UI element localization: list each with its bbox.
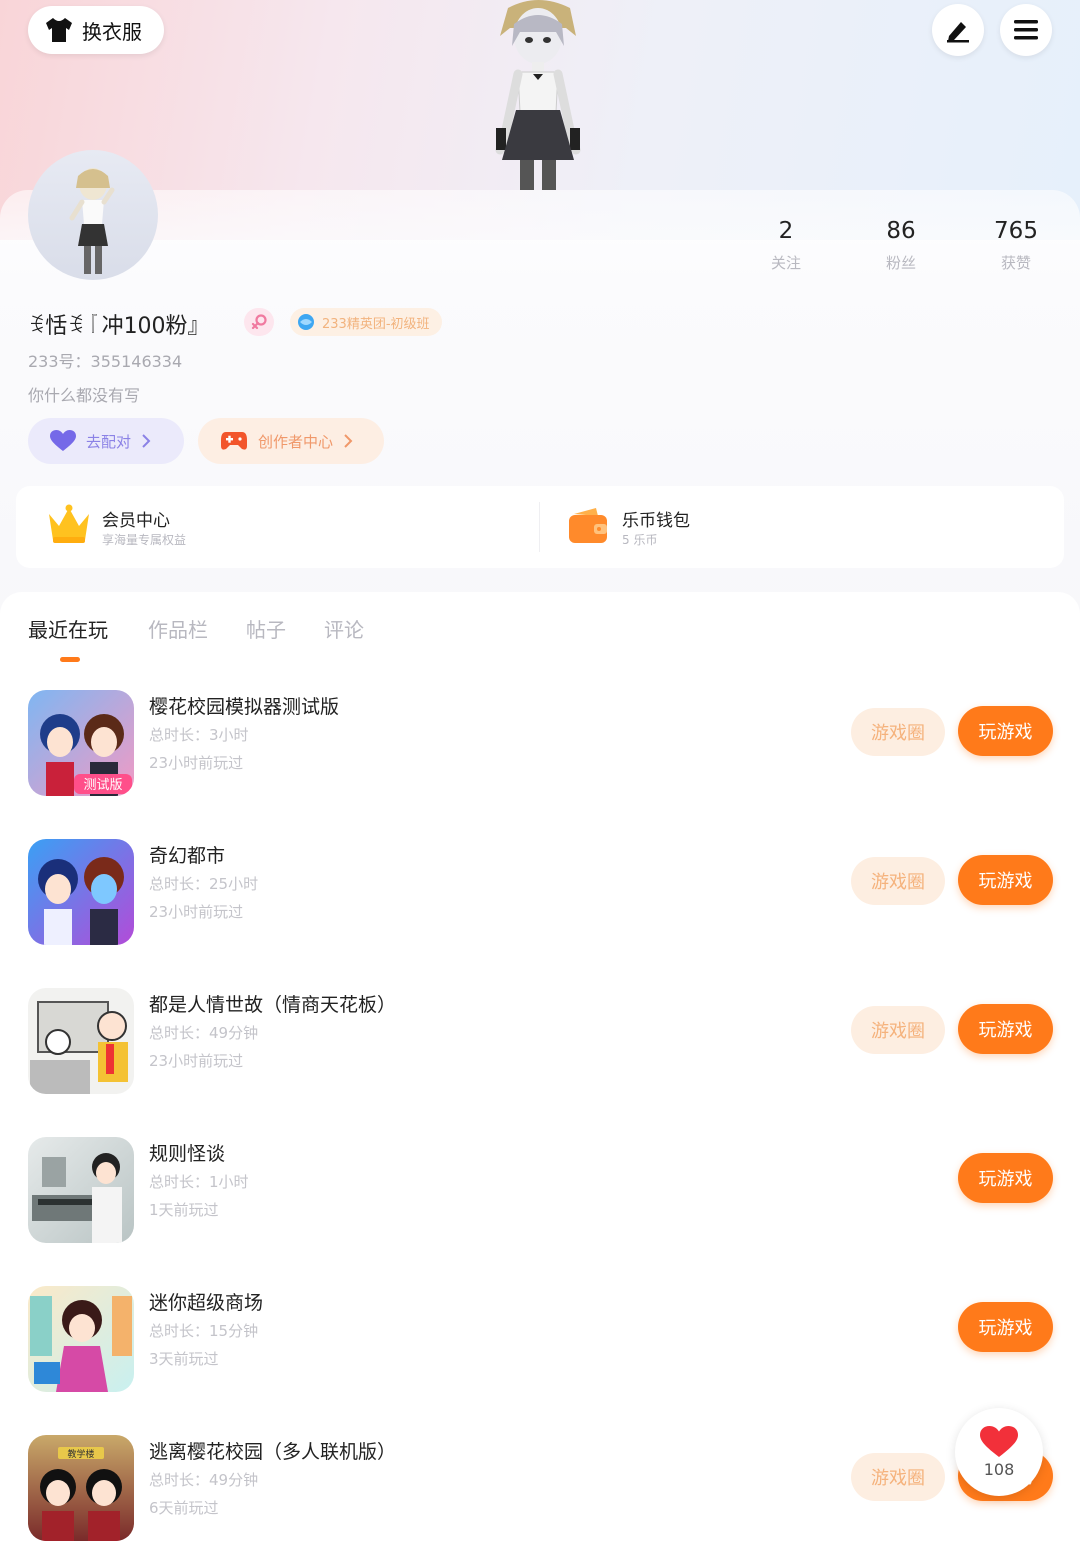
followers-label: 粉丝 [885, 254, 916, 272]
play-game-button[interactable]: 玩游戏 [958, 1153, 1053, 1203]
game-thumbnail[interactable] [28, 988, 134, 1094]
play-game-button[interactable]: 玩游戏 [958, 855, 1053, 905]
play-game-button[interactable]: 玩游戏 [958, 1004, 1053, 1054]
like-count: 108 [983, 1459, 1015, 1479]
wallet-title: 乐币钱包 [622, 511, 690, 531]
pencil-icon [947, 22, 969, 43]
change-outfit-button[interactable]: 换衣服 [28, 6, 164, 54]
game-thumbnail[interactable] [28, 839, 134, 945]
wallet-icon [569, 508, 607, 543]
game-duration: 总时长：1小时 [149, 1173, 249, 1191]
game-circle-button[interactable]: 游戏圈 [851, 857, 945, 905]
following-count: 2 [778, 218, 794, 244]
heart-icon [50, 430, 76, 451]
tab-recently-played[interactable]: 最近在玩 [28, 614, 108, 643]
game-circle-button[interactable]: 游戏圈 [851, 708, 945, 756]
game-last-played: 23小时前玩过 [149, 754, 244, 772]
quick-links-card: 会员中心 享海量专属权益 乐币钱包 5 乐币 [16, 486, 1064, 568]
game-art-image [32, 1153, 122, 1243]
nickname: ꉂ恬ꉂ『冲100粉』 [28, 314, 210, 339]
game-title: 樱花校园模拟器测试版 [149, 696, 340, 718]
like-floating-button[interactable]: 108 [955, 1408, 1043, 1496]
gamepad-icon [221, 432, 247, 450]
tab-comments[interactable]: 评论 [324, 614, 364, 643]
game-last-played: 6天前玩过 [149, 1499, 219, 1517]
game-circle-button[interactable]: 游戏圈 [851, 1453, 945, 1501]
game-title: 迷你超级商场 [149, 1292, 264, 1314]
followers-stat[interactable]: 86 粉丝 [851, 218, 951, 273]
thumb-label-test: 测试版 [83, 778, 122, 793]
game-title: 规则怪谈 [149, 1143, 226, 1165]
creator-center-label: 创作者中心 [258, 432, 334, 451]
list-item[interactable]: 测试版 樱花校园模拟器测试版 总时长：3小时 23小时前玩过 游戏圈 玩游戏 [0, 676, 1080, 816]
following-label: 关注 [770, 254, 801, 272]
game-art-image [38, 857, 124, 945]
pair-button[interactable]: 去配对 [28, 418, 184, 464]
list-item[interactable]: 迷你超级商场 总时长：15分钟 3天前玩过 玩游戏 [0, 1272, 1080, 1412]
chevron-right-icon [344, 434, 353, 448]
likes-label: 获赞 [1000, 254, 1031, 272]
thumb-label-building: 教学楼 [67, 1448, 94, 1460]
likes-stat[interactable]: 765 获赞 [966, 218, 1066, 273]
user-bio: 你什么都没有写 [28, 386, 141, 405]
avatar[interactable] [28, 150, 158, 280]
tab-works[interactable]: 作品栏 [148, 614, 208, 643]
game-thumbnail[interactable] [28, 1137, 134, 1243]
avatar-character-image [69, 168, 115, 274]
globe-badge-icon [298, 314, 314, 330]
avatar-character-figure[interactable] [478, 0, 598, 190]
vip-center-subtitle: 享海量专属权益 [102, 533, 187, 547]
wallet-subtitle: 5 乐币 [622, 533, 658, 547]
edit-profile-button[interactable] [932, 4, 984, 56]
member-badge-label: 233精英团-初级班 [322, 316, 430, 332]
play-game-button[interactable]: 玩游戏 [958, 1302, 1053, 1352]
vip-center-title: 会员中心 [102, 511, 170, 531]
game-title: 奇幻都市 [149, 845, 226, 867]
play-game-button[interactable]: 玩游戏 [958, 706, 1053, 756]
game-duration: 总时长：49分钟 [149, 1024, 259, 1042]
game-duration: 总时长：15分钟 [149, 1322, 259, 1340]
list-item[interactable]: 奇幻都市 总时长：25小时 23小时前玩过 游戏圈 玩游戏 [0, 825, 1080, 965]
game-art-image: 测试版 [40, 714, 132, 796]
game-title: 都是人情世故（情商天花板） [149, 994, 397, 1016]
hamburger-menu-icon [1014, 20, 1038, 40]
game-last-played: 3天前玩过 [149, 1350, 219, 1368]
game-title: 逃离樱花校园（多人联机版） [149, 1441, 397, 1463]
active-tab-indicator [60, 657, 80, 662]
change-outfit-label: 换衣服 [82, 19, 142, 44]
female-symbol-icon [251, 314, 267, 330]
game-last-played: 1天前玩过 [149, 1201, 219, 1219]
game-art-image [30, 1296, 132, 1392]
game-duration: 总时长：25小时 [149, 875, 259, 893]
tab-posts[interactable]: 帖子 [246, 614, 286, 643]
game-duration: 总时长：3小时 [149, 726, 249, 744]
game-art-image [30, 1001, 128, 1094]
member-badge[interactable]: 233精英团-初级班 [290, 308, 442, 336]
wallet-link[interactable]: 乐币钱包 5 乐币 [540, 486, 1064, 568]
vip-center-link[interactable]: 会员中心 享海量专属权益 [16, 486, 536, 568]
pair-button-label: 去配对 [86, 432, 132, 451]
list-item[interactable]: 都是人情世故（情商天花板） 总时长：49分钟 23小时前玩过 游戏圈 玩游戏 [0, 974, 1080, 1114]
game-thumbnail[interactable]: 教学楼 [28, 1435, 134, 1541]
user-id: 233号：355146334 [28, 352, 183, 371]
game-duration: 总时长：49分钟 [149, 1471, 259, 1489]
heart-icon [980, 1425, 1018, 1457]
tshirt-icon [46, 18, 72, 42]
crown-icon [49, 504, 89, 543]
game-last-played: 23小时前玩过 [149, 903, 244, 921]
following-stat[interactable]: 2 关注 [736, 218, 836, 273]
game-circle-button[interactable]: 游戏圈 [851, 1006, 945, 1054]
chevron-right-icon [142, 434, 151, 448]
likes-count: 765 [994, 218, 1038, 244]
menu-button[interactable] [1000, 4, 1052, 56]
creator-center-button[interactable]: 创作者中心 [198, 418, 384, 464]
list-item[interactable]: 规则怪谈 总时长：1小时 1天前玩过 玩游戏 [0, 1123, 1080, 1263]
game-thumbnail[interactable] [28, 1286, 134, 1392]
gender-badge [244, 308, 274, 336]
list-item[interactable]: 教学楼 逃离樱花校园（多人联机版） 总时长：49分钟 6天前玩过 游戏圈 玩游戏 [0, 1421, 1080, 1561]
game-last-played: 23小时前玩过 [149, 1052, 244, 1070]
game-art-image: 教学楼 [40, 1447, 122, 1541]
followers-count: 86 [886, 218, 916, 244]
game-thumbnail[interactable]: 测试版 [28, 690, 134, 796]
